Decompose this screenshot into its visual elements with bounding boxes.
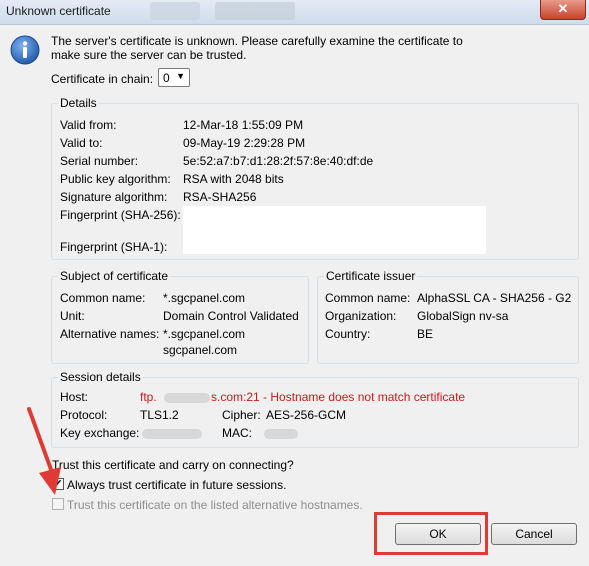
subject-group: Subject of certificate Common name: *.sg…: [51, 269, 309, 364]
chain-label: Certificate in chain:: [51, 72, 154, 86]
cipher-value: AES-256-GCM: [266, 408, 347, 422]
subject-cn-value: *.sgcpanel.com: [163, 291, 246, 305]
subject-unit-value: Domain Control Validated: [163, 309, 299, 323]
issuer-title: Certificate issuer: [324, 269, 418, 283]
trust-question: Trust this certificate and carry on conn…: [52, 458, 294, 472]
chain-select[interactable]: 0 ▼: [158, 68, 190, 87]
alt-hosts-label[interactable]: Trust this certificate on the listed alt…: [67, 498, 363, 512]
dialog-body: The server's certificate is unknown. Ple…: [0, 25, 589, 566]
fingerprint-redacted: [183, 206, 486, 254]
chain-select-value: 0: [163, 71, 170, 85]
session-group: Session details Host: ftp. s.com:21 - Ho…: [51, 370, 579, 448]
pk-algo-label: Public key algorithm:: [60, 172, 171, 186]
subject-alt-value-1: *.sgcpanel.com: [163, 327, 246, 341]
subject-title: Subject of certificate: [58, 269, 171, 283]
close-icon: ✕: [557, 1, 569, 16]
serial-label: Serial number:: [60, 154, 139, 168]
mac-label: MAC:: [222, 426, 252, 440]
details-group: Details Valid from: 12-Mar-18 1:55:09 PM…: [51, 96, 579, 260]
session-title: Session details: [58, 370, 143, 384]
fingerprint-256-label: Fingerprint (SHA-256):: [60, 208, 181, 222]
chevron-down-icon: ▼: [176, 71, 185, 81]
host-value-prefix: ftp.: [140, 390, 157, 404]
serial-value: 5e:52:a7:b7:d1:28:2f:57:8e:40:df:de: [183, 154, 374, 168]
sig-algo-label: Signature algorithm:: [60, 190, 168, 204]
issuer-country-value: BE: [417, 327, 434, 341]
title-bar: Unknown certificate ✕: [0, 0, 589, 25]
issuer-org-value: GlobalSign nv-sa: [417, 309, 509, 323]
host-warning: s.com:21 - Hostname does not match certi…: [211, 390, 466, 404]
subject-unit-label: Unit:: [60, 309, 85, 323]
window-title: Unknown certificate: [6, 4, 111, 18]
sig-algo-value: RSA-SHA256: [183, 190, 257, 204]
subject-cn-label: Common name:: [60, 291, 146, 305]
issuer-cn-label: Common name:: [325, 291, 411, 305]
title-bar-redacted: [150, 2, 200, 20]
cancel-button[interactable]: Cancel: [491, 523, 577, 545]
info-icon: [10, 35, 40, 65]
mac-redacted: [264, 429, 298, 439]
title-bar-redacted: [215, 2, 295, 20]
ok-highlight-box: [374, 512, 488, 555]
valid-from-label: Valid from:: [60, 118, 117, 132]
pk-algo-value: RSA with 2048 bits: [183, 172, 284, 186]
issuer-cn-value: AlphaSSL CA - SHA256 - G2: [417, 291, 572, 305]
host-label: Host:: [60, 390, 89, 404]
fingerprint-1-label: Fingerprint (SHA-1):: [60, 240, 168, 254]
key-exchange-redacted: [142, 429, 202, 439]
protocol-value: TLS1.2: [140, 408, 179, 422]
cipher-label: Cipher:: [222, 408, 261, 422]
valid-from-value: 12-Mar-18 1:55:09 PM: [183, 118, 304, 132]
issuer-group: Certificate issuer Common name: AlphaSSL…: [317, 269, 579, 364]
subject-alt-label: Alternative names:: [60, 327, 160, 341]
message-text: The server's certificate is unknown. Ple…: [51, 34, 463, 62]
host-redacted: [164, 393, 210, 403]
details-title: Details: [58, 96, 99, 110]
valid-to-label: Valid to:: [60, 136, 103, 150]
subject-alt-value-2: sgcpanel.com: [163, 343, 238, 357]
close-button[interactable]: ✕: [540, 0, 586, 20]
always-trust-label[interactable]: Always trust certificate in future sessi…: [67, 478, 286, 492]
valid-to-value: 09-May-19 2:29:28 PM: [183, 136, 306, 150]
issuer-country-label: Country:: [325, 327, 371, 341]
issuer-org-label: Organization:: [325, 309, 397, 323]
annotation-arrow-icon: [27, 407, 61, 495]
